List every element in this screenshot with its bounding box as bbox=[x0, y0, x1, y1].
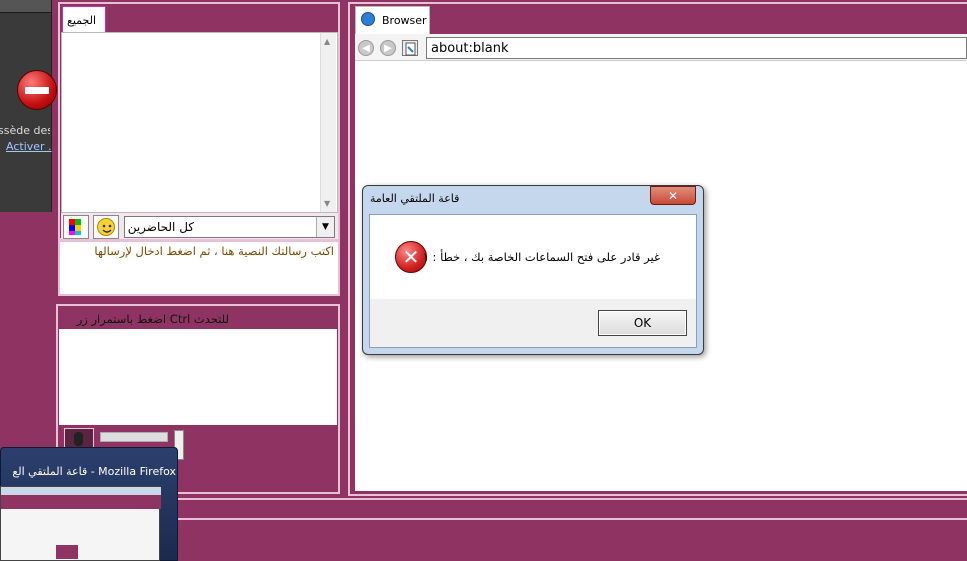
dialog-title: قاعة الملتقي العامة bbox=[370, 192, 460, 205]
color-picker-button[interactable] bbox=[63, 215, 89, 239]
globe-icon bbox=[361, 12, 375, 26]
desktop-text: ssède des bbox=[0, 124, 50, 137]
volume-level-bar bbox=[100, 432, 168, 442]
back-icon[interactable]: ◀ bbox=[358, 40, 374, 56]
url-input[interactable] bbox=[426, 37, 967, 59]
scroll-down-icon[interactable]: ▼ bbox=[324, 199, 330, 208]
chevron-down-icon[interactable]: ▼ bbox=[316, 217, 334, 237]
close-icon[interactable]: ✕ bbox=[650, 186, 696, 205]
desktop-activate-link[interactable]: Activer . bbox=[6, 140, 52, 153]
tab-all[interactable]: الجميع bbox=[62, 6, 106, 32]
microphone-icon bbox=[74, 432, 83, 446]
recipient-dropdown[interactable]: كل الحاضرين bbox=[124, 216, 335, 238]
chat-scrollbar[interactable]: ▲ ▼ bbox=[320, 33, 336, 212]
thumbnail-preview[interactable] bbox=[0, 486, 161, 561]
voice-hint: اضغط باستمرار زر Ctrl للتحدث bbox=[76, 312, 229, 326]
forward-icon[interactable]: ▶ bbox=[380, 40, 396, 56]
scroll-up-icon[interactable]: ▲ bbox=[324, 37, 330, 46]
color-palette-icon bbox=[69, 219, 81, 235]
bottom-bar bbox=[52, 498, 967, 520]
voice-users-area bbox=[59, 329, 337, 425]
desktop-topbar bbox=[0, 0, 51, 13]
ok-button[interactable]: OK bbox=[598, 310, 687, 336]
browser-tab-label: Browser bbox=[382, 14, 427, 27]
voice-header: اضغط باستمرار زر Ctrl للتحدث bbox=[59, 307, 337, 329]
no-entry-icon bbox=[17, 70, 57, 110]
recipient-value: كل الحاضرين bbox=[127, 220, 194, 234]
thumbnail-title: قاعة الملتقي الع - Mozilla Firefox bbox=[12, 465, 176, 478]
dialog-message: غير قادر على فتح السماعات الخاصة بك ، خط… bbox=[422, 250, 660, 264]
page-icon[interactable] bbox=[402, 40, 418, 56]
message-placeholder: اكتب رسالتك النصية هنا ، ثم اضغط ادخال ل… bbox=[94, 244, 334, 258]
smiley-icon bbox=[97, 218, 115, 236]
chat-messages-area bbox=[61, 32, 338, 213]
